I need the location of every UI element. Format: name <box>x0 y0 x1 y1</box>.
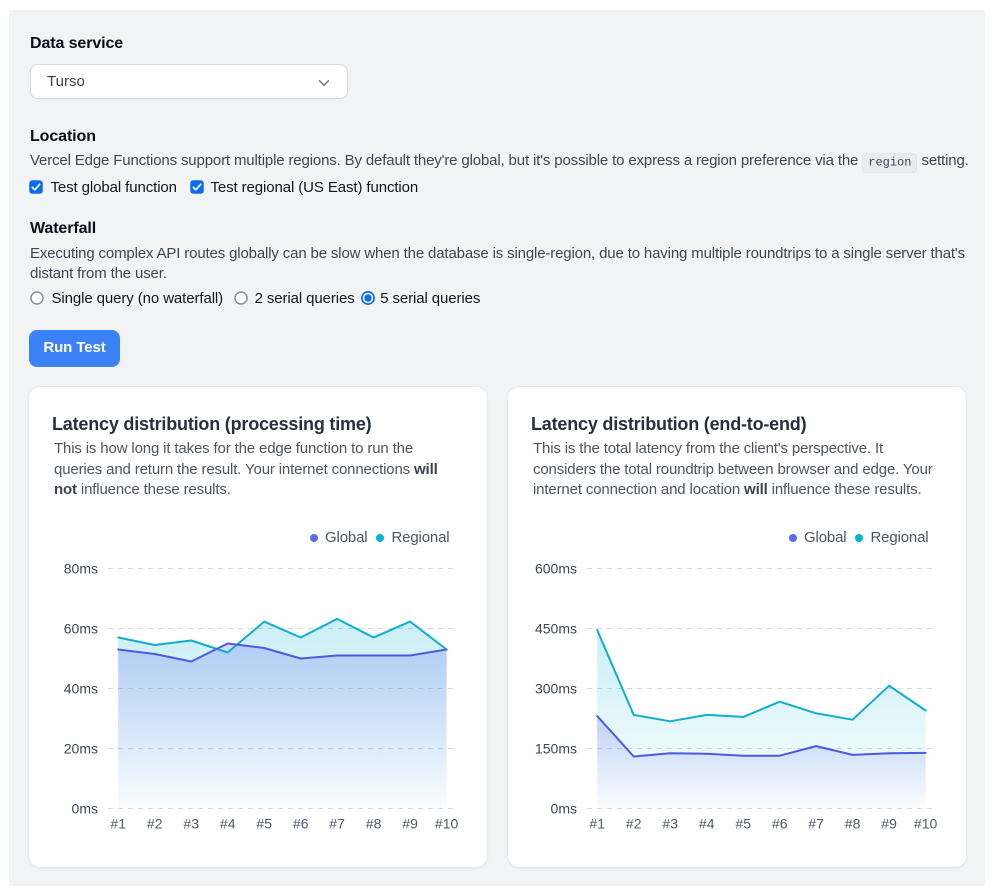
svg-text:#3: #3 <box>183 816 199 832</box>
svg-text:150ms: 150ms <box>535 741 577 757</box>
svg-text:20ms: 20ms <box>64 741 98 757</box>
svg-text:#4: #4 <box>220 816 236 832</box>
svg-text:#5: #5 <box>735 816 751 832</box>
svg-text:#7: #7 <box>329 816 345 832</box>
svg-text:#1: #1 <box>110 816 126 832</box>
svg-text:#8: #8 <box>845 816 861 832</box>
svg-text:#6: #6 <box>293 816 309 832</box>
svg-text:80ms: 80ms <box>64 561 98 577</box>
svg-text:#10: #10 <box>435 816 459 832</box>
svg-text:0ms: 0ms <box>72 801 98 817</box>
svg-text:#2: #2 <box>147 816 163 832</box>
svg-text:#9: #9 <box>881 816 897 832</box>
svg-text:#2: #2 <box>626 816 642 832</box>
svg-text:300ms: 300ms <box>535 681 577 697</box>
svg-text:#5: #5 <box>256 816 272 832</box>
svg-text:#10: #10 <box>914 816 938 832</box>
svg-text:#1: #1 <box>589 816 605 832</box>
svg-text:60ms: 60ms <box>64 621 98 637</box>
svg-text:#3: #3 <box>662 816 678 832</box>
svg-text:#7: #7 <box>808 816 824 832</box>
svg-text:40ms: 40ms <box>64 681 98 697</box>
svg-text:450ms: 450ms <box>535 621 577 637</box>
svg-text:0ms: 0ms <box>551 801 577 817</box>
svg-text:#9: #9 <box>402 816 418 832</box>
svg-text:#8: #8 <box>366 816 382 832</box>
svg-text:600ms: 600ms <box>535 561 577 577</box>
svg-text:#6: #6 <box>772 816 788 832</box>
svg-text:#4: #4 <box>699 816 715 832</box>
